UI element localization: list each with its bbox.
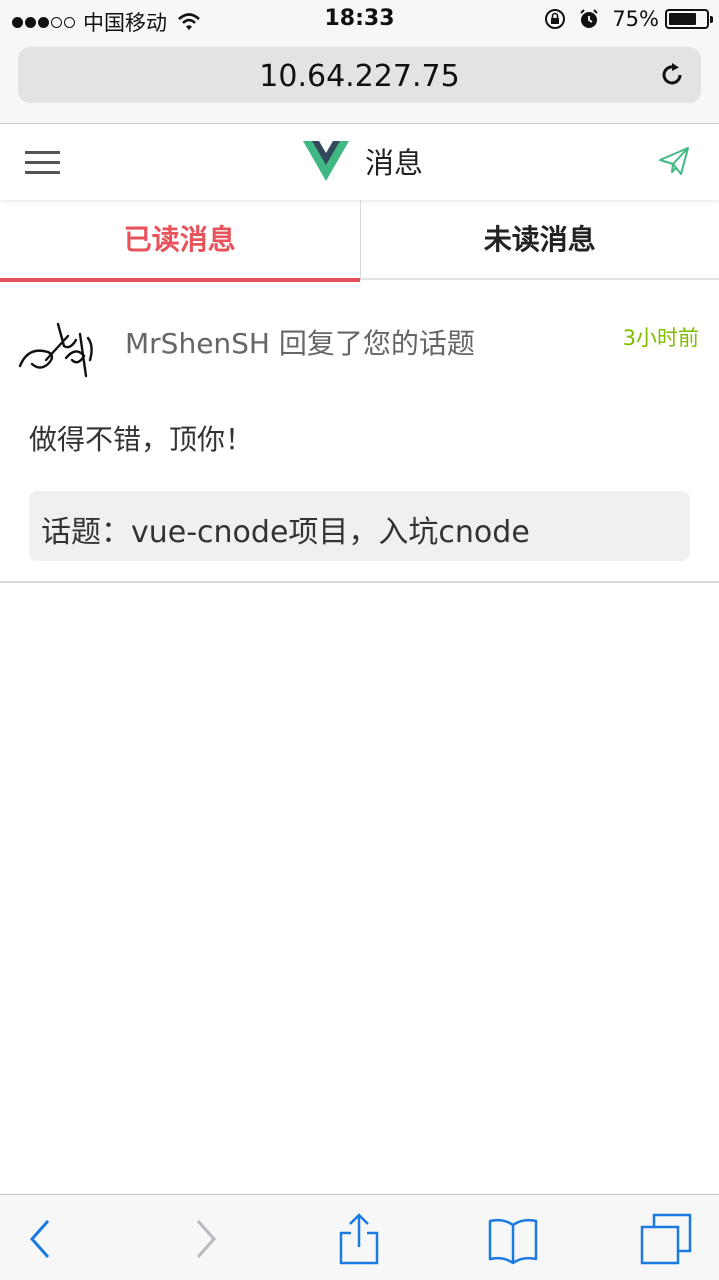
message-content: 做得不错，顶你！ bbox=[29, 423, 254, 456]
message-tabs: 已读消息 未读消息 bbox=[0, 200, 719, 282]
battery-icon bbox=[665, 9, 713, 29]
tab-unread-messages[interactable]: 未读消息 bbox=[359, 200, 719, 280]
vue-logo-icon bbox=[303, 141, 349, 181]
send-paper-plane-icon[interactable] bbox=[657, 144, 691, 178]
topic-title[interactable]: 话题：vue-cnode项目，入坑cnode bbox=[41, 507, 530, 551]
page-title: 消息 bbox=[365, 146, 424, 180]
address-bar[interactable]: 10.64.227.75 bbox=[18, 47, 701, 103]
message-header: MrShenSH 回复了您的话题 bbox=[125, 322, 475, 362]
tab-read-messages[interactable]: 已读消息 bbox=[0, 200, 360, 282]
url-text[interactable]: 10.64.227.75 bbox=[18, 59, 701, 94]
browser-toolbar bbox=[0, 1194, 719, 1280]
battery-percent: 75% bbox=[612, 7, 659, 31]
tabs-icon[interactable] bbox=[640, 1213, 692, 1265]
message-time: 3小时前 bbox=[622, 326, 699, 350]
message-author[interactable]: MrShenSH bbox=[125, 327, 270, 360]
battery-fill bbox=[669, 13, 696, 25]
hamburger-menu-icon[interactable] bbox=[25, 151, 60, 175]
message-action: 回复了您的话题 bbox=[278, 327, 475, 360]
back-icon[interactable] bbox=[16, 1213, 68, 1265]
bookmarks-icon[interactable] bbox=[487, 1213, 539, 1265]
status-right: 75% bbox=[544, 7, 713, 31]
avatar[interactable] bbox=[18, 316, 96, 388]
header-brand: 消息 bbox=[303, 140, 423, 182]
browser-url-area: 10.64.227.75 bbox=[0, 40, 719, 124]
topic-link[interactable]: 话题：vue-cnode项目，入坑cnode bbox=[29, 491, 690, 561]
list-item[interactable]: MrShenSH 回复了您的话题 3小时前 做得不错，顶你！ 话题：vue-cn… bbox=[0, 282, 719, 583]
share-icon[interactable] bbox=[333, 1213, 385, 1265]
forward-icon[interactable] bbox=[178, 1213, 230, 1265]
status-bar: 中国移动 18:33 75% bbox=[0, 0, 719, 40]
rotation-lock-icon bbox=[545, 9, 566, 29]
alarm-icon bbox=[580, 9, 599, 28]
app-header: 消息 bbox=[0, 124, 719, 200]
reload-icon[interactable] bbox=[657, 60, 687, 90]
